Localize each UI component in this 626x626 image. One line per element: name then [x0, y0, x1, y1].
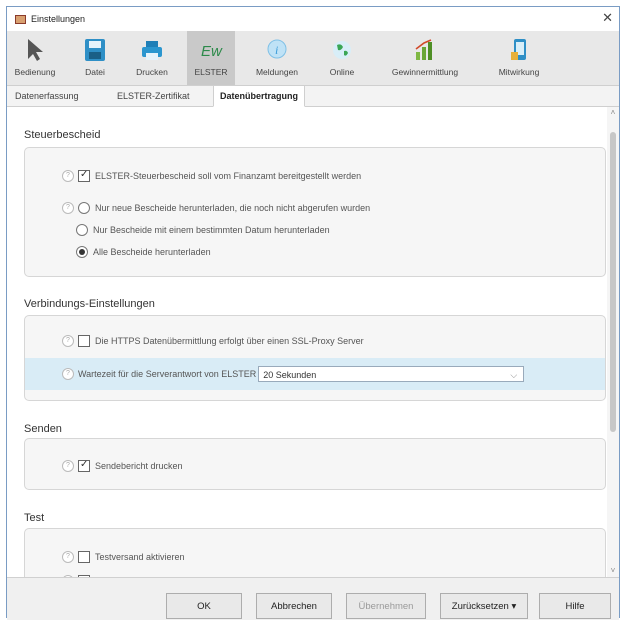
- elster-bescheid-checkbox[interactable]: [78, 169, 90, 182]
- save-icon: [85, 39, 105, 61]
- toolbar-label: Drucken: [136, 67, 168, 77]
- toolbar-item-datei[interactable]: Datei: [75, 31, 115, 85]
- group-senden: ? Sendebericht drucken: [24, 438, 606, 490]
- settings-window: Einstellungen ✕ Bedienung Datei Drucken …: [6, 6, 621, 620]
- info-icon: i: [267, 39, 287, 59]
- toolbar-label: Bedienung: [14, 67, 56, 77]
- toolbar-item-meldungen[interactable]: i Meldungen: [247, 31, 307, 85]
- toolbar-label: Gewinnermittlung: [391, 67, 459, 77]
- radio-bestimmtes-datum[interactable]: [76, 224, 88, 236]
- group-test: ? Testversand aktivieren ?: [24, 528, 606, 577]
- toolbar-label: ELSTER: [194, 67, 228, 77]
- testversand-label: Testversand aktivieren: [95, 552, 185, 562]
- globe-icon: [333, 41, 351, 59]
- row-wartezeit: ? Wartezeit für die Serverantwort von EL…: [25, 358, 605, 390]
- radio-neue-label: Nur neue Bescheide herunterladen, die no…: [95, 203, 371, 213]
- category-toolbar: Bedienung Datei Drucken Ew ELSTER i Meld…: [7, 31, 619, 86]
- svg-text:i: i: [275, 43, 278, 57]
- row-testversand: ? Testversand aktivieren: [25, 549, 621, 565]
- help-icon[interactable]: ?: [62, 460, 74, 472]
- section-title-verbindung: Verbindungs-Einstellungen: [24, 298, 155, 310]
- settings-content: Steuerbescheid ? ELSTER-Steuerbescheid s…: [7, 107, 621, 577]
- radio-neue-bescheide[interactable]: [78, 202, 90, 214]
- testversand-checkbox[interactable]: [78, 551, 90, 563]
- sendebericht-label: Sendebericht drucken: [95, 461, 183, 471]
- tab-elster-zertifikat[interactable]: ELSTER-Zertifikat: [111, 86, 196, 106]
- toolbar-item-gewinnermittlung[interactable]: Gewinnermittlung: [377, 31, 473, 85]
- help-icon[interactable]: ?: [62, 335, 74, 347]
- reset-button[interactable]: Zurücksetzen ▾: [440, 593, 528, 619]
- dialog-footer: OK Abbrechen Übernehmen Zurücksetzen ▾ H…: [7, 577, 619, 620]
- row-elster-bescheid: ? ELSTER-Steuerbescheid soll vom Finanza…: [25, 168, 621, 184]
- cursor-icon: [28, 39, 43, 61]
- tab-datenerfassung[interactable]: Datenerfassung: [9, 86, 85, 106]
- sendebericht-checkbox[interactable]: [78, 459, 90, 472]
- toolbar-label: Online: [329, 67, 355, 77]
- window-title: Einstellungen: [31, 14, 86, 24]
- dropdown-arrow-icon: ▾: [511, 601, 517, 612]
- elster-bescheid-label: ELSTER-Steuerbescheid soll vom Finanzamt…: [95, 171, 362, 181]
- scroll-down-icon[interactable]: ˅: [607, 565, 619, 577]
- scroll-up-icon[interactable]: ˄: [607, 107, 619, 119]
- row-https-proxy: ? Die HTTPS Datenübermittlung erfolgt üb…: [25, 333, 621, 349]
- toolbar-item-online[interactable]: Online: [319, 31, 365, 85]
- help-icon[interactable]: ?: [62, 170, 74, 182]
- wartezeit-dropdown[interactable]: 20 Sekunden ⌵: [258, 366, 525, 382]
- help-icon[interactable]: ?: [62, 202, 74, 214]
- row-radio-neue: ? Nur neue Bescheide herunterladen, die …: [25, 200, 621, 216]
- radio-datum-label: Nur Bescheide mit einem bestimmten Datum…: [93, 225, 330, 235]
- chart-icon: [415, 39, 432, 60]
- chevron-down-icon: ⌵: [510, 370, 518, 380]
- help-icon[interactable]: ?: [62, 551, 74, 563]
- toolbar-item-bedienung[interactable]: Bedienung: [9, 31, 61, 85]
- section-title-steuerbescheid: Steuerbescheid: [24, 129, 101, 141]
- wartezeit-value: 20 Sekunden: [263, 370, 317, 380]
- toolbar-label: Meldungen: [255, 67, 299, 77]
- row-sendebericht: ? Sendebericht drucken: [25, 458, 621, 474]
- vertical-scrollbar[interactable]: ˄ ˅: [607, 107, 619, 577]
- row-radio-alle: Alle Bescheide herunterladen: [25, 244, 621, 260]
- svg-text:Ew: Ew: [201, 43, 223, 60]
- ok-button[interactable]: OK: [166, 593, 242, 619]
- sub-tab-bar: Datenerfassung ELSTER-Zertifikat Datenüb…: [7, 85, 619, 107]
- app-icon: [15, 14, 26, 24]
- section-title-test: Test: [24, 512, 45, 524]
- scrollbar-thumb[interactable]: [610, 132, 616, 432]
- help-icon[interactable]: ?: [62, 368, 74, 380]
- section-title-senden: Senden: [24, 423, 62, 435]
- reset-label: Zurücksetzen: [451, 601, 509, 612]
- phone-icon: [511, 39, 526, 60]
- toolbar-item-mitwirkung[interactable]: Mitwirkung: [487, 31, 551, 85]
- printer-icon: [142, 41, 162, 60]
- row-radio-datum: Nur Bescheide mit einem bestimmten Datum…: [25, 222, 621, 238]
- toolbar-item-drucken[interactable]: Drucken: [129, 31, 175, 85]
- close-icon[interactable]: ✕: [602, 10, 613, 26]
- radio-alle-bescheide[interactable]: [76, 246, 88, 258]
- https-proxy-label: Die HTTPS Datenübermittlung erfolgt über…: [95, 336, 364, 346]
- apply-button[interactable]: Übernehmen: [346, 593, 426, 619]
- radio-alle-label: Alle Bescheide herunterladen: [93, 247, 211, 257]
- toolbar-item-elster[interactable]: Ew ELSTER: [187, 31, 235, 85]
- elster-icon: Ew: [201, 43, 223, 60]
- toolbar-label: Datei: [85, 67, 105, 77]
- wartezeit-label: Wartezeit für die Serverantwort von ELST…: [78, 369, 257, 379]
- group-verbindung: ? Die HTTPS Datenübermittlung erfolgt üb…: [24, 315, 606, 401]
- toolbar-label: Mitwirkung: [498, 67, 540, 77]
- cancel-button[interactable]: Abbrechen: [256, 593, 332, 619]
- https-proxy-checkbox[interactable]: [78, 335, 90, 347]
- tab-datenuebertragung[interactable]: Datenübertragung: [213, 85, 306, 107]
- help-button[interactable]: Hilfe: [539, 593, 611, 619]
- title-bar: Einstellungen ✕: [7, 7, 619, 31]
- group-steuerbescheid: ? ELSTER-Steuerbescheid soll vom Finanza…: [24, 147, 606, 277]
